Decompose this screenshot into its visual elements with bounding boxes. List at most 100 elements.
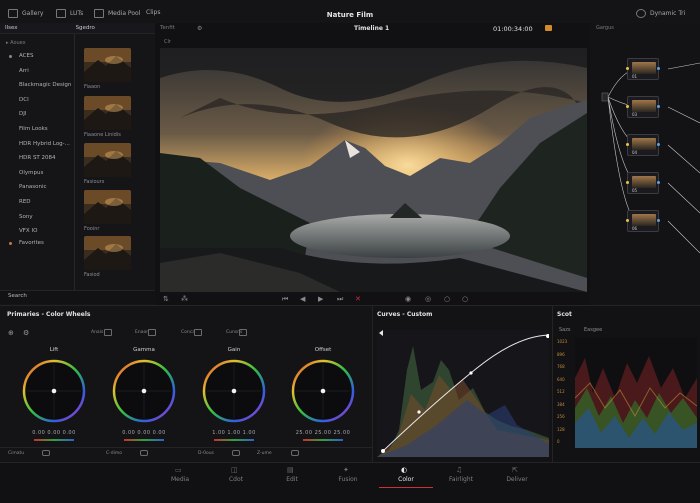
lut-folder-item[interactable]: DCI [19, 97, 29, 103]
lut-header: Ilsex Sgedro [0, 23, 155, 34]
lut-folder-item[interactable]: DJI [19, 111, 26, 117]
wheels-divider [0, 447, 372, 448]
color-wheel[interactable] [111, 358, 177, 424]
node-input-dot [626, 219, 629, 222]
page-icon[interactable]: ⇱ [512, 466, 518, 474]
lut-filter[interactable]: ▸ Aouex [6, 40, 26, 46]
lut-thumbnail[interactable] [84, 143, 131, 177]
lut-folder-item[interactable]: Sony [19, 214, 33, 220]
primaries-tool-icon[interactable] [239, 329, 247, 336]
wheel-values[interactable]: 0.00 0.00 0.00 [19, 430, 89, 436]
color-wheel[interactable] [21, 358, 87, 424]
node-input-dot [626, 181, 629, 184]
nav-color[interactable]: Color [381, 476, 431, 483]
page-icon[interactable]: ♫ [456, 466, 462, 474]
primaries-bottom-field[interactable] [140, 450, 148, 456]
node-input-dot [626, 67, 629, 70]
grade-node[interactable]: 03 [627, 96, 659, 118]
grade-node[interactable]: 01 [627, 58, 659, 80]
lut-preview-image [84, 48, 131, 82]
primaries-tool-icon[interactable] [194, 329, 202, 336]
primaries-bottom-field[interactable] [232, 450, 240, 456]
lut-folder-item[interactable]: Blackmagic Design [19, 82, 71, 88]
lut-folder-item[interactable]: ACES [19, 53, 33, 59]
circle-icon-2[interactable]: ○ [462, 295, 468, 303]
nav-fairlight[interactable]: Fairlight [436, 476, 486, 483]
page-icon[interactable]: ▭ [175, 466, 182, 474]
lut-folder-item[interactable]: HDR Hybrid Log-... [19, 141, 70, 147]
scope-axis-label: 640 [557, 376, 565, 382]
page-icon[interactable]: ◫ [231, 466, 238, 474]
page-icon[interactable]: ▤ [287, 466, 294, 474]
project-title: Nature Film [326, 11, 374, 19]
lut-folder-item[interactable]: Olympus [19, 170, 43, 176]
primaries-tool-icon[interactable] [148, 329, 156, 336]
scope-tab-2[interactable]: Easgee [584, 327, 602, 333]
nav-cdot[interactable]: Cdot [211, 476, 261, 483]
search-label[interactable]: Search [8, 293, 27, 299]
wheel-slider[interactable] [34, 439, 74, 441]
lut-thumbnail[interactable] [84, 48, 131, 82]
lut-thumbnail-label: Fasiod [84, 272, 100, 278]
loop-icon[interactable]: ✕ [355, 295, 361, 303]
scope-title: Scot [557, 311, 572, 318]
wheel-slider[interactable] [124, 439, 164, 441]
color-wheel[interactable] [290, 358, 356, 424]
scope-axis-label: 1023 [557, 339, 568, 344]
lut-folder-item[interactable]: VFX IO [19, 228, 37, 234]
lut-folder-item[interactable]: HDR ST 2084 [19, 155, 56, 161]
primaries-tool-icon[interactable] [104, 329, 112, 336]
color-wheel[interactable] [201, 358, 267, 424]
left-divider [74, 34, 75, 292]
tab-lut-gallery[interactable]: Sgedro [76, 25, 95, 31]
curves-graph[interactable] [377, 330, 549, 457]
grab-icon[interactable]: ◎ [425, 295, 431, 303]
page-icon[interactable]: ◐ [401, 466, 407, 474]
play-icon[interactable]: ▶ [318, 295, 323, 303]
lut-folder-item[interactable]: Film Looks [19, 126, 48, 132]
favorites-item[interactable]: Favorites [19, 240, 44, 246]
timecode[interactable]: 01:00:34:00 [493, 25, 533, 33]
node-input-dot [626, 143, 629, 146]
lut-thumbnail-label: Fiaaone Linidis [84, 132, 121, 138]
nav-fusion[interactable]: Fusion [323, 476, 373, 483]
skip-back-icon[interactable]: ⏮ [282, 295, 288, 304]
lut-thumbnail[interactable] [84, 236, 131, 270]
wheel-values[interactable]: 25.00 25.00 25.00 [288, 430, 358, 436]
grade-node[interactable]: 06 [627, 210, 659, 232]
nav-edit[interactable]: Edit [267, 476, 317, 483]
page-icon[interactable]: ✦ [343, 466, 349, 474]
wheel-values[interactable]: 1.00 1.00 1.00 [199, 430, 269, 436]
lut-thumbnail[interactable] [84, 190, 131, 224]
lut-thumbnail[interactable] [84, 96, 131, 130]
skip-forward-icon[interactable]: ⏭ [337, 295, 343, 304]
overlay-icon[interactable]: ◉ [405, 295, 411, 303]
lut-folder-item[interactable]: Panasonic [19, 184, 47, 190]
mountain-landscape-image [160, 48, 587, 292]
grade-node[interactable]: 05 [627, 172, 659, 194]
scope-axis-label: 512 [557, 389, 565, 394]
tab-lut[interactable]: Ilsex [5, 25, 18, 31]
nav-media[interactable]: Media [155, 476, 205, 483]
transport-icon-a[interactable]: ⇅ [163, 295, 169, 303]
primaries-bottom-field[interactable] [291, 450, 299, 456]
timeline-name[interactable]: Timeline 1 [354, 25, 389, 32]
primaries-bottom-field[interactable] [42, 450, 50, 456]
circle-icon[interactable]: ○ [444, 295, 450, 303]
step-back-icon[interactable]: ◀ [300, 295, 305, 303]
lut-folder-item[interactable]: Arri [19, 68, 29, 74]
nav-deliver[interactable]: Deliver [492, 476, 542, 483]
reset-icon[interactable]: ⊕ [8, 329, 14, 337]
lut-folder-item[interactable]: RED [19, 199, 31, 205]
scope-tab-1[interactable]: Sazs [559, 327, 570, 333]
transport-icon-b[interactable]: ⁂ [181, 295, 188, 303]
folder-icon[interactable] [545, 25, 552, 31]
wheel-slider[interactable] [303, 439, 343, 441]
dynamic-button[interactable]: Dynamic Tri [636, 9, 685, 18]
grade-node[interactable]: 04 [627, 134, 659, 156]
settings-icon[interactable]: ⚙ [23, 329, 29, 337]
viewer-mode-icon[interactable]: ⚙ [197, 25, 202, 32]
wheel-slider[interactable] [214, 439, 254, 441]
viewer-image[interactable] [160, 48, 587, 292]
wheel-values[interactable]: 0.00 0.00 0.00 [109, 430, 179, 436]
